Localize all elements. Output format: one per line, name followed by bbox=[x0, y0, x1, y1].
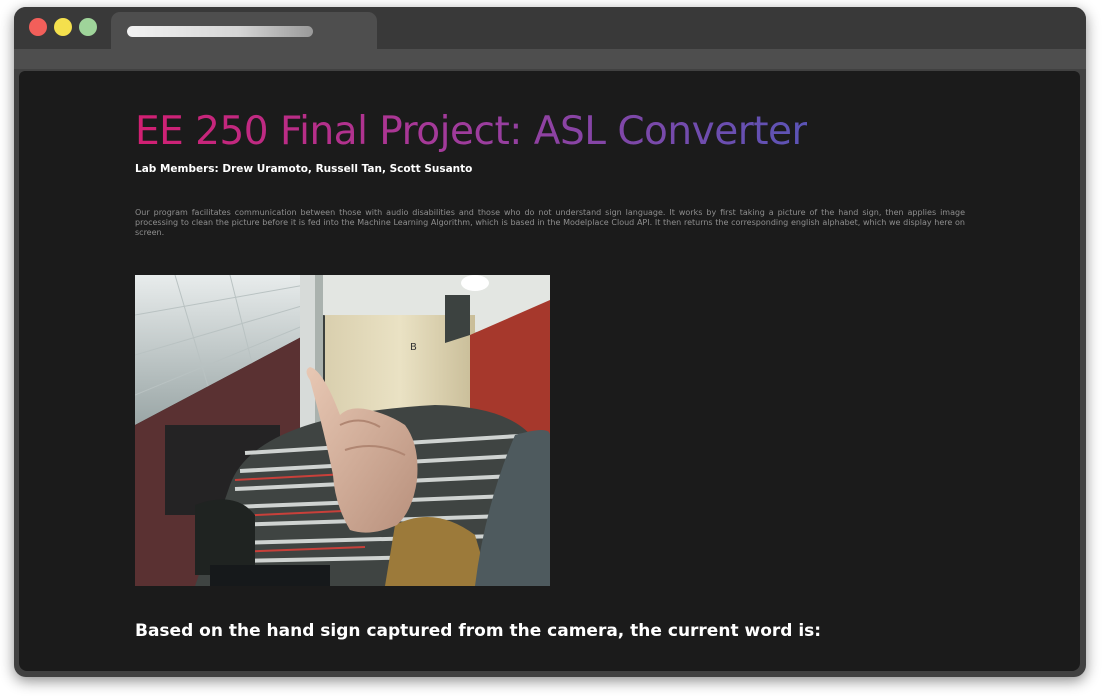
tab-title bbox=[127, 26, 313, 37]
browser-toolbar bbox=[14, 49, 1086, 69]
close-window-button[interactable] bbox=[29, 18, 47, 36]
camera-capture-image: B bbox=[135, 275, 550, 586]
browser-tab[interactable] bbox=[111, 12, 377, 49]
lab-members: Lab Members: Drew Uramoto, Russell Tan, … bbox=[135, 163, 473, 175]
result-text: Based on the hand sign captured from the… bbox=[135, 621, 822, 641]
minimize-window-button[interactable] bbox=[54, 18, 72, 36]
page-content: EE 250 Final Project: ASL Converter Lab … bbox=[19, 71, 1080, 671]
maximize-window-button[interactable] bbox=[79, 18, 97, 36]
browser-window: EE 250 Final Project: ASL Converter Lab … bbox=[14, 7, 1086, 677]
project-description: Our program facilitates communication be… bbox=[135, 208, 965, 237]
page-title: EE 250 Final Project: ASL Converter bbox=[135, 107, 808, 157]
svg-text:B: B bbox=[410, 342, 417, 353]
browser-titlebar bbox=[14, 7, 1086, 49]
